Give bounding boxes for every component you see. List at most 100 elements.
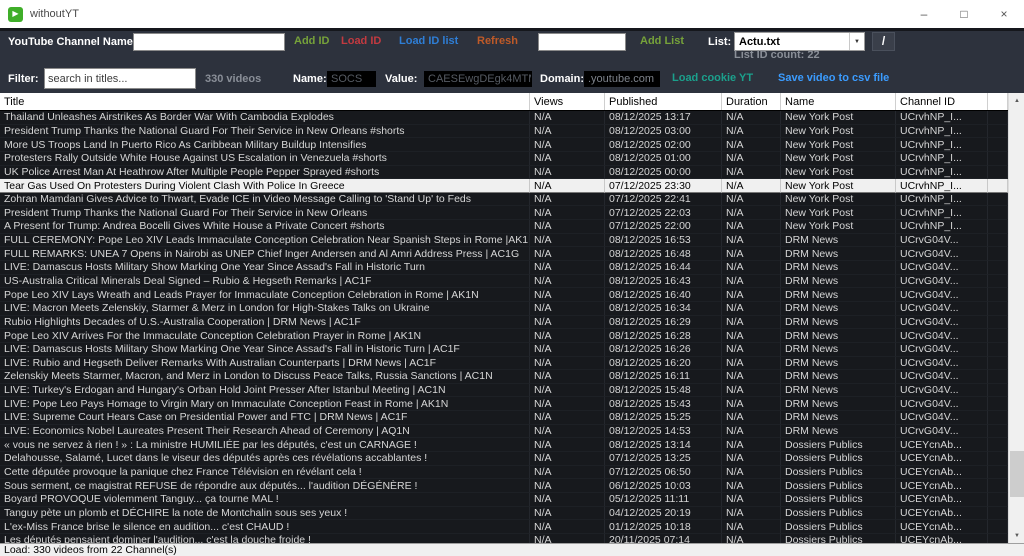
cell-filler	[988, 534, 1008, 543]
scroll-down-icon[interactable]: ▼	[1009, 528, 1024, 543]
cookie-value-label: Value:	[385, 73, 417, 85]
cell-views: N/A	[530, 125, 605, 139]
load-id-button[interactable]: Load ID	[341, 35, 381, 47]
table-row[interactable]: Pope Leo XIV Lays Wreath and Leads Praye…	[0, 288, 1008, 302]
table-row[interactable]: LIVE: Damascus Hosts Military Show Marki…	[0, 343, 1008, 357]
slash-button[interactable]: /	[872, 32, 895, 51]
cell-duration: N/A	[722, 316, 781, 330]
table-row[interactable]: L'ex-Miss France brise le silence en aud…	[0, 520, 1008, 534]
cell-views: N/A	[530, 534, 605, 543]
table-row[interactable]: Delahousse, Salamé, Lucet dans le viseur…	[0, 452, 1008, 466]
maximize-icon[interactable]: □	[944, 0, 984, 28]
cell-published: 08/12/2025 16:34	[605, 302, 722, 316]
cookie-name-field[interactable]: SOCS	[327, 71, 376, 87]
table-row[interactable]: « vous ne servez à rien ! » : La ministr…	[0, 438, 1008, 452]
channel-name-input[interactable]	[133, 33, 285, 51]
table-row[interactable]: More US Troops Land In Puerto Rico As Ca…	[0, 138, 1008, 152]
load-cookie-button[interactable]: Load cookie YT	[672, 72, 753, 84]
cell-name: New York Post	[781, 193, 896, 207]
table-row[interactable]: Pope Leo XIV Arrives For the Immaculate …	[0, 329, 1008, 343]
cell-name: New York Post	[781, 152, 896, 166]
save-csv-button[interactable]: Save video to csv file	[778, 72, 889, 84]
cell-duration: N/A	[722, 384, 781, 398]
table-row[interactable]: A Present for Trump: Andrea Bocelli Give…	[0, 220, 1008, 234]
load-id-list-button[interactable]: Load ID list	[399, 35, 458, 47]
cell-title: Tear Gas Used On Protesters During Viole…	[0, 179, 530, 193]
table-row[interactable]: Sous serment, ce magistrat REFUSE de rép…	[0, 479, 1008, 493]
cell-name: DRM News	[781, 397, 896, 411]
cookie-domain-field[interactable]: .youtube.com	[584, 71, 660, 87]
scroll-up-icon[interactable]: ▲	[1009, 93, 1024, 108]
table-row[interactable]: UK Police Arrest Man At Heathrow After M…	[0, 166, 1008, 180]
table-row[interactable]: Tear Gas Used On Protesters During Viole…	[0, 179, 1008, 193]
refresh-button[interactable]: Refresh	[477, 35, 518, 47]
cell-name: DRM News	[781, 288, 896, 302]
table-row[interactable]: FULL CEREMONY: Pope Leo XIV Leads Immacu…	[0, 234, 1008, 248]
cell-filler	[988, 329, 1008, 343]
add-list-input[interactable]	[538, 33, 626, 51]
table-row[interactable]: President Trump Thanks the National Guar…	[0, 206, 1008, 220]
table-row[interactable]: LIVE: Economics Nobel Laureates Present …	[0, 425, 1008, 439]
cell-duration: N/A	[722, 370, 781, 384]
table-row[interactable]: Tanguy pète un plomb et DÉCHIRE la note …	[0, 507, 1008, 521]
vertical-scrollbar[interactable]: ▲ ▼	[1008, 93, 1024, 543]
cell-published: 07/12/2025 22:03	[605, 206, 722, 220]
column-header-channel_id[interactable]: Channel ID	[896, 93, 988, 110]
column-header-name[interactable]: Name	[781, 93, 896, 110]
cell-name: DRM News	[781, 275, 896, 289]
cell-filler	[988, 466, 1008, 480]
cell-channel_id: UCrvG04V...	[896, 397, 988, 411]
cell-duration: N/A	[722, 206, 781, 220]
cell-title: Protesters Rally Outside White House Aga…	[0, 152, 530, 166]
cell-channel_id: UCrvG04V...	[896, 234, 988, 248]
table-row[interactable]: LIVE: Pope Leo Pays Homage to Virgin Mar…	[0, 397, 1008, 411]
app-icon: ▶	[8, 7, 23, 22]
column-header-filler[interactable]	[988, 93, 1008, 110]
table-row[interactable]: President Trump Thanks the National Guar…	[0, 125, 1008, 139]
cell-channel_id: UCrvG04V...	[896, 370, 988, 384]
cell-duration: N/A	[722, 234, 781, 248]
cell-published: 08/12/2025 16:53	[605, 234, 722, 248]
list-selected-option: Actu.txt	[735, 36, 849, 48]
table-row[interactable]: LIVE: Macron Meets Zelenskiy, Starmer & …	[0, 302, 1008, 316]
table-row[interactable]: Protesters Rally Outside White House Aga…	[0, 152, 1008, 166]
cell-filler	[988, 507, 1008, 521]
scrollbar-thumb[interactable]	[1010, 451, 1024, 497]
table-row[interactable]: Les députés pensaient dominer l'audition…	[0, 534, 1008, 543]
table-row[interactable]: Boyard PROVOQUE violemment Tanguy... ça …	[0, 493, 1008, 507]
column-header-views[interactable]: Views	[530, 93, 605, 110]
column-header-duration[interactable]: Duration	[722, 93, 781, 110]
table-row[interactable]: LIVE: Damascus Hosts Military Show Marki…	[0, 261, 1008, 275]
table-row[interactable]: US-Australia Critical Minerals Deal Sign…	[0, 275, 1008, 289]
cell-views: N/A	[530, 206, 605, 220]
table-row[interactable]: LIVE: Rubio and Hegseth Deliver Remarks …	[0, 357, 1008, 371]
search-input[interactable]	[44, 68, 196, 89]
chevron-down-icon[interactable]: ▼	[849, 33, 864, 50]
cell-published: 04/12/2025 20:19	[605, 507, 722, 521]
cell-published: 07/12/2025 06:50	[605, 466, 722, 480]
table-row[interactable]: LIVE: Turkey's Erdogan and Hungary's Orb…	[0, 384, 1008, 398]
add-id-button[interactable]: Add ID	[294, 35, 329, 47]
cell-published: 08/12/2025 13:14	[605, 438, 722, 452]
video-table: TitleViewsPublishedDurationNameChannel I…	[0, 93, 1024, 543]
cell-title: Thailand Unleashes Airstrikes As Border …	[0, 111, 530, 125]
column-header-published[interactable]: Published	[605, 93, 722, 110]
cell-views: N/A	[530, 397, 605, 411]
table-row[interactable]: FULL REMARKS: UNEA 7 Opens in Nairobi as…	[0, 247, 1008, 261]
cell-title: LIVE: Supreme Court Hears Case on Presid…	[0, 411, 530, 425]
cookie-value-field[interactable]: CAESEwgDEgk4MTM3OTEyC	[424, 71, 532, 87]
cell-published: 07/12/2025 22:00	[605, 220, 722, 234]
table-row[interactable]: Cette députée provoque la panique chez F…	[0, 466, 1008, 480]
cell-channel_id: UCEYcnAb...	[896, 466, 988, 480]
table-row[interactable]: LIVE: Supreme Court Hears Case on Presid…	[0, 411, 1008, 425]
video-count: 330 videos	[205, 73, 261, 85]
table-row[interactable]: Zelenskiy Meets Starmer, Macron, and Mer…	[0, 370, 1008, 384]
add-list-button[interactable]: Add List	[640, 35, 684, 47]
column-header-title[interactable]: Title	[0, 93, 530, 110]
table-row[interactable]: Rubio Highlights Decades of U.S.-Austral…	[0, 316, 1008, 330]
cell-channel_id: UCrvhNP_I...	[896, 125, 988, 139]
close-icon[interactable]: ×	[984, 0, 1024, 28]
minimize-icon[interactable]: –	[904, 0, 944, 28]
table-row[interactable]: Zohran Mamdani Gives Advice to Thwart, E…	[0, 193, 1008, 207]
table-row[interactable]: Thailand Unleashes Airstrikes As Border …	[0, 111, 1008, 125]
